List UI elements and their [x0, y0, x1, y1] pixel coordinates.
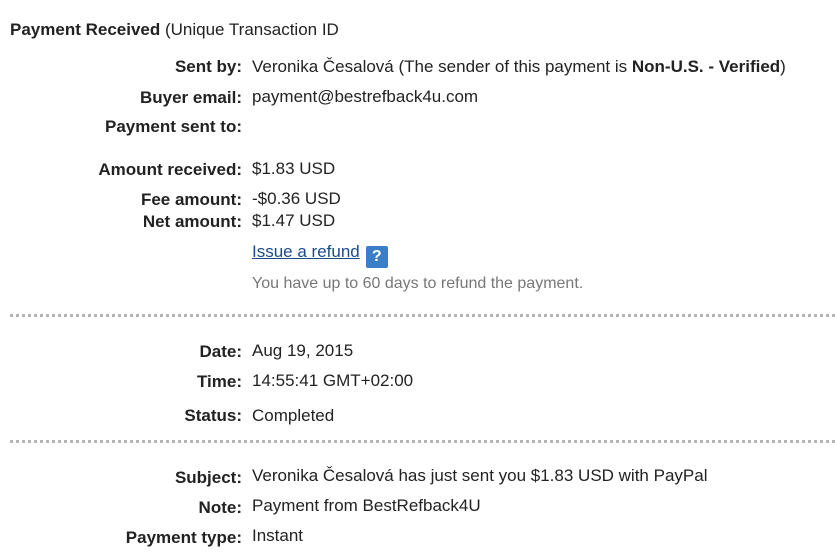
subject-label: Subject:: [174, 468, 242, 487]
buyer-email-value: payment@bestrefback4u.com: [252, 87, 479, 106]
sent-by-label: Sent by:: [174, 57, 242, 76]
refund-hint: You have up to 60 days to refund the pay…: [252, 275, 584, 292]
payment-type-label: Payment type:: [125, 528, 242, 547]
amount-received-value: $1.83 USD: [252, 159, 336, 178]
note-label: Note:: [198, 498, 242, 517]
page-title-rest: (Unique Transaction ID: [160, 20, 339, 39]
buyer-email-label: Buyer email:: [139, 88, 242, 107]
net-amount-value: $1.47 USD: [252, 211, 336, 230]
date-value: Aug 19, 2015: [252, 341, 354, 360]
subject-value: Veronika Česalová has just sent you $1.8…: [252, 466, 708, 485]
issue-refund-link[interactable]: Issue a refund: [252, 242, 360, 261]
refund-row: Issue a refund?: [252, 242, 388, 268]
status-label: Status:: [184, 406, 242, 425]
payment-sent-to-label: Payment sent to:: [105, 117, 242, 136]
time-label: Time:: [196, 372, 242, 391]
sender-note-suffix: ): [780, 57, 786, 76]
date-label: Date:: [199, 342, 242, 361]
fee-amount-value: -$0.36 USD: [252, 189, 341, 208]
time-value: 14:55:41 GMT+02:00: [252, 371, 414, 390]
section-divider: [10, 440, 835, 443]
fee-amount-label: Fee amount:: [140, 190, 242, 209]
status-value: Completed: [252, 406, 335, 425]
sender-verification-status: Non-U.S. - Verified: [631, 57, 781, 76]
net-amount-label: Net amount:: [142, 212, 242, 231]
amount-received-label: Amount received:: [98, 160, 242, 179]
note-value: Payment from BestRefback4U: [252, 496, 481, 515]
payment-type-value: Instant: [252, 526, 304, 545]
page-title: Payment Received (Unique Transaction ID: [10, 20, 339, 40]
section-divider: [10, 314, 835, 317]
sender-note-prefix: (The sender of this payment is: [393, 57, 632, 76]
sent-by-value: Veronika Česalová (The sender of this pa…: [252, 57, 786, 77]
help-icon[interactable]: ?: [365, 246, 388, 268]
page-title-bold: Payment Received: [10, 20, 161, 39]
sender-name: Veronika Česalová: [252, 57, 394, 76]
